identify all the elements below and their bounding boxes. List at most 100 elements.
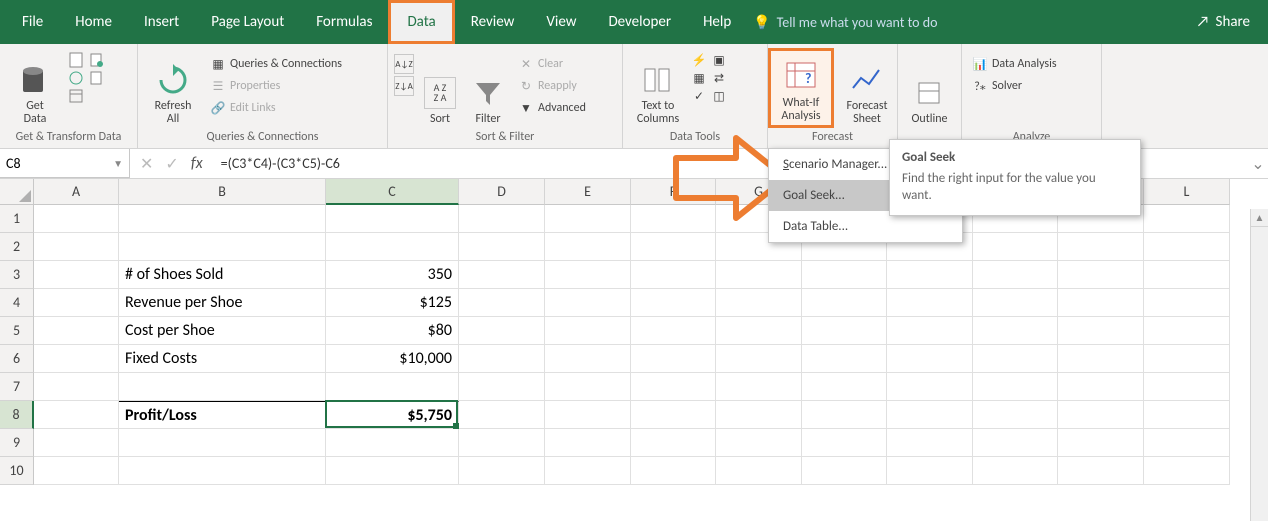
cell[interactable] [1144,317,1230,345]
cell[interactable]: Fixed Costs [119,345,326,373]
cell[interactable]: $80 [326,317,459,345]
sort-desc-icon[interactable]: Z↓A [394,76,414,96]
cell[interactable] [545,261,631,289]
cell[interactable] [973,261,1058,289]
cell[interactable] [326,233,459,261]
select-all-corner[interactable] [0,179,34,205]
refresh-all-button[interactable]: Refresh All [144,48,202,128]
cell[interactable] [887,373,973,401]
cell[interactable] [34,345,119,373]
cell[interactable] [1144,373,1230,401]
solver-button[interactable]: ?⁎Solver [968,76,1061,96]
cell[interactable] [545,429,631,457]
cell[interactable] [802,457,887,485]
cell[interactable] [1058,261,1144,289]
vertical-scrollbar[interactable]: ▲ [1250,209,1268,521]
cell[interactable]: # of Shoes Sold [119,261,326,289]
cell[interactable] [1058,457,1144,485]
cell[interactable]: Profit/Loss [119,401,326,429]
sort-asc-icon[interactable]: A↓Z [394,54,414,74]
cell[interactable] [973,233,1058,261]
cell[interactable] [545,317,631,345]
cell[interactable] [1144,457,1230,485]
cell[interactable] [119,429,326,457]
cell[interactable] [716,457,802,485]
clear-button[interactable]: ✕Clear [514,54,590,74]
properties-button[interactable]: ☰Properties [206,76,346,96]
cell[interactable] [459,457,545,485]
cell[interactable] [119,457,326,485]
cell[interactable] [887,429,973,457]
cell[interactable]: $5,750 [326,401,459,429]
row-header[interactable]: 10 [0,457,34,485]
cell[interactable] [631,373,716,401]
tab-help[interactable]: Help [687,3,747,41]
cell[interactable] [459,289,545,317]
tab-home[interactable]: Home [59,3,128,41]
cell[interactable] [802,429,887,457]
tab-page-layout[interactable]: Page Layout [195,3,300,41]
tab-insert[interactable]: Insert [128,3,195,41]
cell[interactable] [973,345,1058,373]
flash-fill-icon[interactable]: ⚡ [691,52,707,68]
cell[interactable] [1058,233,1144,261]
cell[interactable] [459,373,545,401]
cell[interactable] [887,261,973,289]
recent-sources-icon[interactable] [88,52,104,68]
cell[interactable] [1058,429,1144,457]
cell[interactable] [545,401,631,429]
cell[interactable] [802,289,887,317]
cell[interactable] [973,401,1058,429]
existing-conn-icon[interactable] [88,70,104,86]
cell[interactable] [1058,345,1144,373]
tab-view[interactable]: View [530,3,592,41]
cell[interactable] [34,261,119,289]
cell[interactable] [631,401,716,429]
cells-area[interactable]: # of Shoes Sold350Revenue per Shoe$125Co… [34,205,1250,495]
data-model-icon[interactable]: ◫ [711,88,727,104]
cell[interactable] [802,373,887,401]
cell[interactable] [1058,289,1144,317]
cell[interactable] [716,317,802,345]
row-header[interactable]: 4 [0,289,34,317]
row-header[interactable]: 9 [0,429,34,457]
cell[interactable] [973,289,1058,317]
text-to-columns-button[interactable]: Text to Columns [629,48,687,128]
cell[interactable]: $125 [326,289,459,317]
cell[interactable] [716,345,802,373]
cell[interactable] [631,345,716,373]
cell[interactable] [119,205,326,233]
cell[interactable] [34,401,119,429]
cell[interactable] [1144,401,1230,429]
cell[interactable] [802,261,887,289]
from-table-icon[interactable] [68,88,84,104]
tab-formulas[interactable]: Formulas [300,3,388,41]
column-header[interactable]: C [326,179,459,205]
column-header[interactable]: D [459,179,545,205]
fx-icon[interactable]: fx [191,154,203,173]
cell[interactable] [545,457,631,485]
cell[interactable] [459,233,545,261]
from-text-icon[interactable] [68,52,84,68]
cell[interactable] [716,373,802,401]
column-header[interactable]: E [545,179,631,205]
cancel-icon[interactable]: ✕ [140,154,153,174]
cell[interactable] [887,317,973,345]
cell[interactable] [34,205,119,233]
cell[interactable] [545,289,631,317]
cell[interactable] [631,317,716,345]
cell[interactable] [973,373,1058,401]
cell[interactable] [1144,205,1230,233]
cell[interactable] [802,401,887,429]
tell-me-search[interactable]: 💡 Tell me what you want to do [753,14,937,31]
formula-expand-icon[interactable]: ⌄ [1248,154,1268,174]
cell[interactable] [802,317,887,345]
cell[interactable] [459,205,545,233]
cell[interactable] [631,261,716,289]
cell[interactable] [1144,261,1230,289]
cell[interactable] [459,345,545,373]
cell[interactable] [1144,345,1230,373]
row-header[interactable]: 3 [0,261,34,289]
cell[interactable] [545,205,631,233]
row-header[interactable]: 2 [0,233,34,261]
